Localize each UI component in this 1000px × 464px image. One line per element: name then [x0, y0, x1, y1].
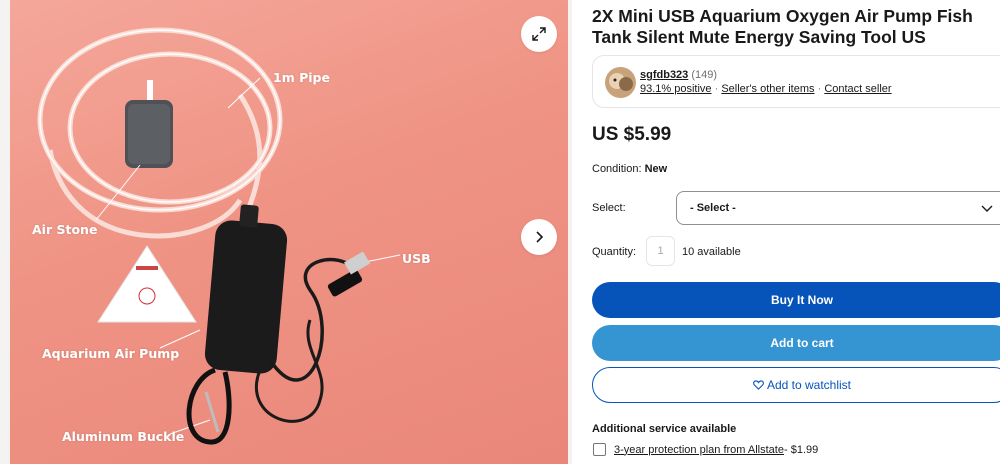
select-value: - Select -: [690, 202, 736, 214]
next-image-button[interactable]: [521, 219, 557, 255]
expand-image-button[interactable]: [521, 16, 557, 52]
seller-avatar[interactable]: [605, 67, 636, 98]
condition: Condition: New: [592, 163, 667, 175]
chevron-down-icon: [981, 205, 993, 212]
photo-label-pipe: 1m Pipe: [273, 70, 330, 85]
photo-label-usb: USB: [402, 251, 431, 266]
protection-plan-row: 3-year protection plan from Allstate - $…: [592, 443, 818, 456]
seller-positive-link[interactable]: 93.1% positive: [640, 83, 712, 95]
seller-other-items-link[interactable]: Seller's other items: [721, 83, 814, 95]
chevron-right-icon: [536, 231, 544, 243]
quantity-label: Quantity:: [592, 246, 637, 258]
condition-value: New: [644, 163, 668, 175]
available-count: 10 available: [682, 246, 741, 258]
add-to-watchlist-button[interactable]: Add to watchlist: [592, 367, 1000, 403]
image-gallery: 1m Pipe Air Stone USB Aquarium Air Pump …: [0, 0, 572, 464]
seller-line-2: 93.1% positive · Seller's other items · …: [640, 83, 892, 95]
seller-feedback-count: (149): [691, 69, 718, 81]
photo-label-pump: Aquarium Air Pump: [42, 346, 180, 361]
photo-label-buckle: Aluminum Buckle: [62, 429, 185, 444]
seller-line-1: sgfdb323 (149): [640, 69, 717, 81]
buy-it-now-button[interactable]: Buy It Now: [592, 282, 1000, 318]
protection-plan-price: - $1.99: [783, 443, 819, 456]
separator-dot: ·: [814, 83, 825, 95]
variation-select[interactable]: - Select -: [676, 191, 1000, 225]
add-to-cart-button[interactable]: Add to cart: [592, 325, 1000, 361]
additional-service-heading: Additional service available: [592, 423, 737, 435]
photo-label-air-stone: Air Stone: [32, 222, 98, 237]
add-to-watchlist-label: Add to watchlist: [766, 378, 852, 392]
seller-card: sgfdb323 (149) 93.1% positive · Seller's…: [592, 55, 1000, 108]
seller-avatar-image: [605, 67, 636, 98]
listing-panel: 2X Mini USB Aquarium Oxygen Air Pump Fis…: [592, 0, 1000, 464]
listing-title: 2X Mini USB Aquarium Oxygen Air Pump Fis…: [592, 6, 973, 47]
protection-plan-checkbox[interactable]: [593, 443, 606, 456]
expand-icon: [532, 27, 546, 41]
contact-seller-link[interactable]: Contact seller: [824, 83, 891, 95]
quantity-input[interactable]: 1: [646, 236, 675, 266]
protection-plan-link[interactable]: 3-year protection plan from Allstate: [614, 444, 784, 456]
select-label: Select:: [592, 202, 626, 214]
separator-dot: ·: [711, 83, 722, 95]
condition-label: Condition:: [592, 163, 642, 175]
seller-name-link[interactable]: sgfdb323: [640, 69, 688, 81]
heart-icon: [753, 380, 764, 390]
product-photo[interactable]: 1m Pipe Air Stone USB Aquarium Air Pump …: [10, 0, 568, 464]
price: US $5.99: [592, 124, 672, 145]
